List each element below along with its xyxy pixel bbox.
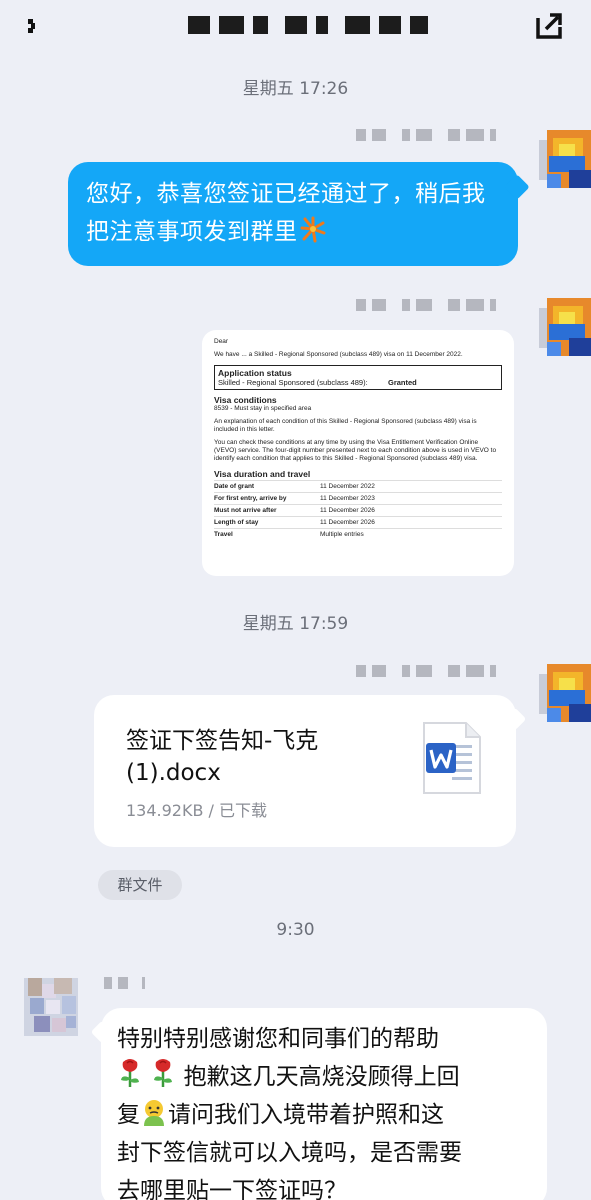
timestamp: 星期五 17:26 [242, 79, 349, 99]
sick-face-emoji-icon [144, 1100, 164, 1126]
condition-item: 8539 - Must stay in specified area [214, 405, 312, 412]
avatar[interactable] [539, 130, 591, 188]
sender-name-pixelated [104, 976, 145, 990]
message-line: 抱歉这几天高烧没顾得上回 [117, 1058, 533, 1096]
table-row: For first entry, arrive by 11 December 20… [214, 495, 375, 502]
timestamp: 星期五 17:59 [242, 614, 349, 634]
bubble-tail [90, 1020, 114, 1044]
vevo-paragraph: You can check these conditions at any ti… [214, 439, 497, 462]
sender-name-pixelated [356, 298, 496, 312]
rose-emoji-icon [154, 1059, 173, 1087]
visa-letter-image[interactable]: Dear We have ... a Skilled - Regional Sp… [202, 330, 514, 576]
conditions-heading: Visa conditions [214, 395, 277, 405]
timestamp: 9:30 [276, 920, 315, 940]
file-name: 签证下签告知-飞克(1).docx [126, 728, 319, 786]
conditions-explanation: An explanation of each condition of this… [214, 418, 477, 433]
share-icon[interactable] [533, 10, 565, 42]
table-row: Must not arrive after 11 December 2026 [214, 507, 375, 514]
received-message-bubble[interactable]: 特别特别感谢您和同事们的帮助 抱歉这几天高烧没顾得上回 复 请问我们入境带着护照… [90, 1008, 547, 1200]
sender-name-pixelated [356, 128, 496, 142]
file-size-status: 134.92KB / 已下载 [126, 801, 268, 820]
message-line: 复 请问我们入境带着护照和这 [117, 1096, 533, 1134]
group-file-tag[interactable]: 群文件 [98, 870, 182, 900]
top-bar [0, 0, 591, 56]
sender-name-pixelated [356, 664, 496, 678]
back-icon[interactable] [22, 14, 46, 38]
letter-intro: We have ... a Skilled - Regional Sponsor… [214, 351, 463, 358]
avatar[interactable] [539, 664, 591, 722]
avatar[interactable] [539, 298, 591, 356]
chat-title-pixelated [188, 10, 428, 40]
message-line: 封下签信就可以入境吗，是否需要 [117, 1140, 462, 1166]
sent-message-bubble[interactable]: 您好，恭喜您签证已经通过了，稍后我把注意事项发到群里 [68, 162, 530, 266]
file-message-bubble[interactable]: 签证下签告知-飞克(1).docx 134.92KB / 已下载 [94, 695, 527, 847]
firework-emoji-icon [300, 216, 325, 243]
avatar[interactable] [24, 978, 78, 1036]
table-row: Date of grant 11 December 2022 [214, 483, 375, 490]
status-value: Granted [388, 378, 417, 387]
letter-salutation: Dear [214, 338, 229, 345]
duration-heading: Visa duration and travel [214, 469, 311, 479]
status-heading: Application status [218, 368, 292, 378]
application-status-box: Application status Skilled - Regional Sp… [214, 365, 502, 390]
table-row: Length of stay 11 December 2026 [214, 519, 375, 526]
word-document-icon [423, 722, 481, 794]
message-line: 去哪里贴一下签证吗？ [117, 1178, 347, 1200]
message-line: 特别特别感谢您和同事们的帮助 [117, 1026, 439, 1052]
rose-emoji-icon [121, 1059, 139, 1087]
bubble-tail [503, 707, 527, 731]
status-visa: Skilled - Regional Sponsored (subclass 4… [218, 378, 368, 387]
message-text: 您好，恭喜您签证已经通过了，稍后我把注意事项发到群里 [86, 181, 486, 245]
bubble-tail [504, 174, 530, 200]
table-row: Travel Multiple entries [214, 531, 364, 538]
